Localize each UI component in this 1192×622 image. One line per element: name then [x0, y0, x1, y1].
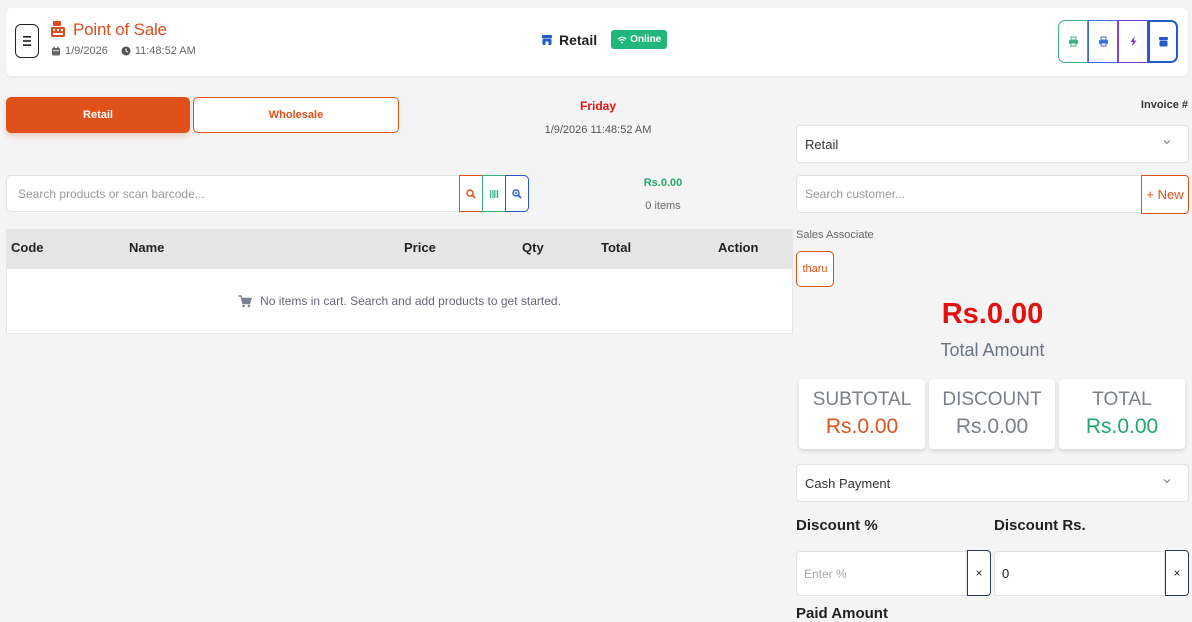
datetime-label: 1/9/2026 11:48:52 AM — [544, 124, 652, 136]
day-label: Friday — [579, 99, 616, 113]
chevron-down-icon — [1163, 140, 1171, 145]
customer-search-input[interactable]: Search customer... — [796, 175, 1142, 213]
discount-rs-label: Discount Rs. — [994, 517, 1086, 534]
discount-label: DISCOUNT — [942, 389, 1042, 410]
sale-type-select[interactable]: Retail — [796, 125, 1189, 163]
payment-method-value: Cash Payment — [805, 475, 891, 491]
online-status-badge: Online — [611, 30, 668, 49]
discount-percent-label: Discount % — [796, 517, 878, 534]
column-header-code: Code — [11, 240, 44, 255]
invoice-number-label: Invoice # — [1140, 99, 1188, 111]
cart-table-header: Code Name Price Qty Total Action — [6, 229, 793, 269]
chevron-down-icon — [1163, 479, 1171, 484]
total-card: TOTAL Rs.0.00 — [1059, 379, 1185, 449]
paid-amount-label: Paid Amount — [796, 605, 888, 622]
store-icon — [542, 34, 552, 45]
discount-card: DISCOUNT Rs.0.00 — [929, 379, 1055, 449]
clear-discount-percent-button[interactable]: × — [967, 550, 991, 596]
quick-action-button[interactable] — [1118, 20, 1148, 63]
store-icon — [1158, 37, 1168, 47]
sales-associate-label: Sales Associate — [796, 229, 874, 241]
header-date: 1/9/2026 — [65, 45, 108, 57]
header-toolbar — [1058, 20, 1178, 63]
menu-toggle-button[interactable] — [15, 24, 39, 58]
discount-rs-input[interactable]: 0 — [994, 551, 1165, 596]
discount-value: Rs.0.00 — [955, 415, 1029, 438]
column-header-total: Total — [601, 240, 632, 255]
header-time: 11:48:52 AM — [134, 45, 196, 57]
cart-empty-state: No items in cart. Search and add product… — [6, 269, 793, 334]
cart-total: Rs.0.00 — [643, 177, 683, 189]
print-button[interactable] — [1088, 20, 1118, 63]
advanced-search-button[interactable] — [505, 175, 529, 212]
sale-type-value: Retail — [805, 136, 839, 152]
discount-percent-input[interactable]: Enter % — [796, 551, 967, 596]
cash-register-icon — [51, 21, 65, 37]
top-header: Point of Sale 1/9/2026 11:48:52 AM Retai… — [6, 8, 1188, 76]
total-value: Rs.0.00 — [1085, 415, 1159, 438]
search-button[interactable] — [459, 175, 483, 212]
subtotal-card: SUBTOTAL Rs.0.00 — [799, 379, 925, 449]
wifi-icon — [617, 36, 627, 43]
header-datetime: 1/9/2026 11:48:52 AM — [51, 45, 196, 57]
print-receipt-button[interactable] — [1058, 20, 1088, 63]
tab-retail[interactable]: Retail — [6, 97, 190, 133]
print-icon — [1098, 36, 1108, 47]
total-label: TOTAL — [1092, 389, 1152, 410]
clock-icon — [121, 46, 131, 56]
search-plus-icon — [512, 188, 522, 199]
column-header-price: Price — [404, 240, 436, 255]
product-search-input[interactable]: Search products or scan barcode... — [6, 175, 460, 212]
column-header-name: Name — [129, 240, 165, 255]
calendar-icon — [52, 46, 60, 56]
mode-label: Retail — [559, 31, 598, 48]
clear-discount-rs-button[interactable]: × — [1165, 550, 1189, 596]
payment-method-select[interactable]: Cash Payment — [796, 464, 1189, 502]
column-header-action: Action — [718, 240, 759, 255]
subtotal-label: SUBTOTAL — [812, 389, 912, 410]
cart-icon — [238, 294, 253, 307]
app-title: Point of Sale — [73, 20, 167, 39]
mode-indicator: Retail Online — [541, 30, 668, 49]
new-customer-button[interactable]: + New — [1141, 175, 1189, 214]
column-header-qty: Qty — [522, 240, 544, 255]
sales-associate-chip[interactable]: tharu — [796, 251, 834, 287]
print-receipt-icon — [1068, 36, 1078, 47]
store-button[interactable] — [1148, 20, 1178, 63]
bolt-icon — [1130, 36, 1136, 47]
total-amount-label: Total Amount — [940, 340, 1045, 360]
tab-wholesale[interactable]: Wholesale — [193, 97, 399, 133]
barcode-scan-button[interactable] — [482, 175, 506, 212]
subtotal-value: Rs.0.00 — [825, 415, 899, 438]
search-icon — [466, 188, 476, 199]
barcode-icon — [490, 189, 499, 198]
cart-item-count: 0 items — [645, 200, 681, 212]
menu-icon — [23, 36, 31, 46]
online-status-label: Online — [630, 34, 662, 45]
total-amount-value: Rs.0.00 — [941, 298, 1044, 330]
empty-cart-message: No items in cart. Search and add product… — [260, 294, 561, 308]
